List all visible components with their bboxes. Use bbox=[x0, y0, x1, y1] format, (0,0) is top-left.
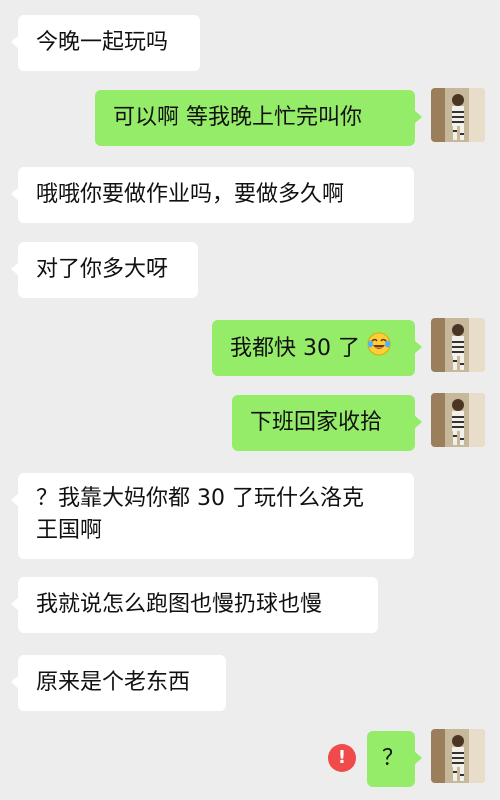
message-bubble-incoming[interactable]: 今晚一起玩吗 bbox=[11, 15, 200, 71]
message-text: 今晚一起玩吗 bbox=[36, 30, 169, 55]
message-bubble-incoming[interactable]: 原来是个老东西 bbox=[11, 655, 226, 711]
message-text: 下班回家收拾 bbox=[250, 410, 383, 435]
error-symbol: ! bbox=[337, 747, 347, 768]
message-bubble-outgoing[interactable]: ？ bbox=[367, 731, 422, 787]
message-bubble-incoming[interactable]: 对了你多大呀 bbox=[11, 242, 198, 298]
chat-window: 今晚一起玩吗 可以啊 等我晚上忙完叫你 哦哦你要做作业吗，要做多久啊 对了你多大… bbox=[0, 0, 500, 800]
message-bubble-outgoing[interactable]: 我都快 30 了 bbox=[212, 320, 422, 376]
message-text: ？ bbox=[382, 746, 405, 771]
message-text-line: ？我靠大妈你都 30 了玩什么洛克 bbox=[36, 486, 364, 511]
message-bubble-outgoing[interactable]: 可以啊 等我晚上忙完叫你 bbox=[95, 90, 422, 146]
user-avatar[interactable] bbox=[431, 318, 485, 372]
message-text: 对了你多大呀 bbox=[36, 257, 169, 282]
message-bubble-incoming[interactable]: ？我靠大妈你都 30 了玩什么洛克 王国啊 bbox=[11, 473, 414, 559]
message-text: 可以啊 等我晚上忙完叫你 bbox=[113, 105, 362, 130]
message-bubble-incoming[interactable]: 哦哦你要做作业吗，要做多久啊 bbox=[11, 167, 414, 223]
message-text: 我都快 30 了 bbox=[230, 336, 360, 361]
laughing-crying-emoji-icon bbox=[367, 332, 391, 366]
user-avatar[interactable] bbox=[431, 88, 485, 142]
message-text: 原来是个老东西 bbox=[36, 670, 191, 695]
message-text: 我就说怎么跑图也慢扔球也慢 bbox=[36, 592, 323, 617]
message-text-line: 王国啊 bbox=[36, 518, 103, 543]
message-bubble-outgoing[interactable]: 下班回家收拾 bbox=[232, 395, 422, 451]
message-bubble-incoming[interactable]: 我就说怎么跑图也慢扔球也慢 bbox=[11, 577, 378, 633]
user-avatar[interactable] bbox=[431, 729, 485, 783]
message-text: 哦哦你要做作业吗，要做多久啊 bbox=[36, 182, 345, 207]
user-avatar[interactable] bbox=[431, 393, 485, 447]
send-failed-exclamation-icon[interactable]: ! bbox=[328, 744, 356, 772]
